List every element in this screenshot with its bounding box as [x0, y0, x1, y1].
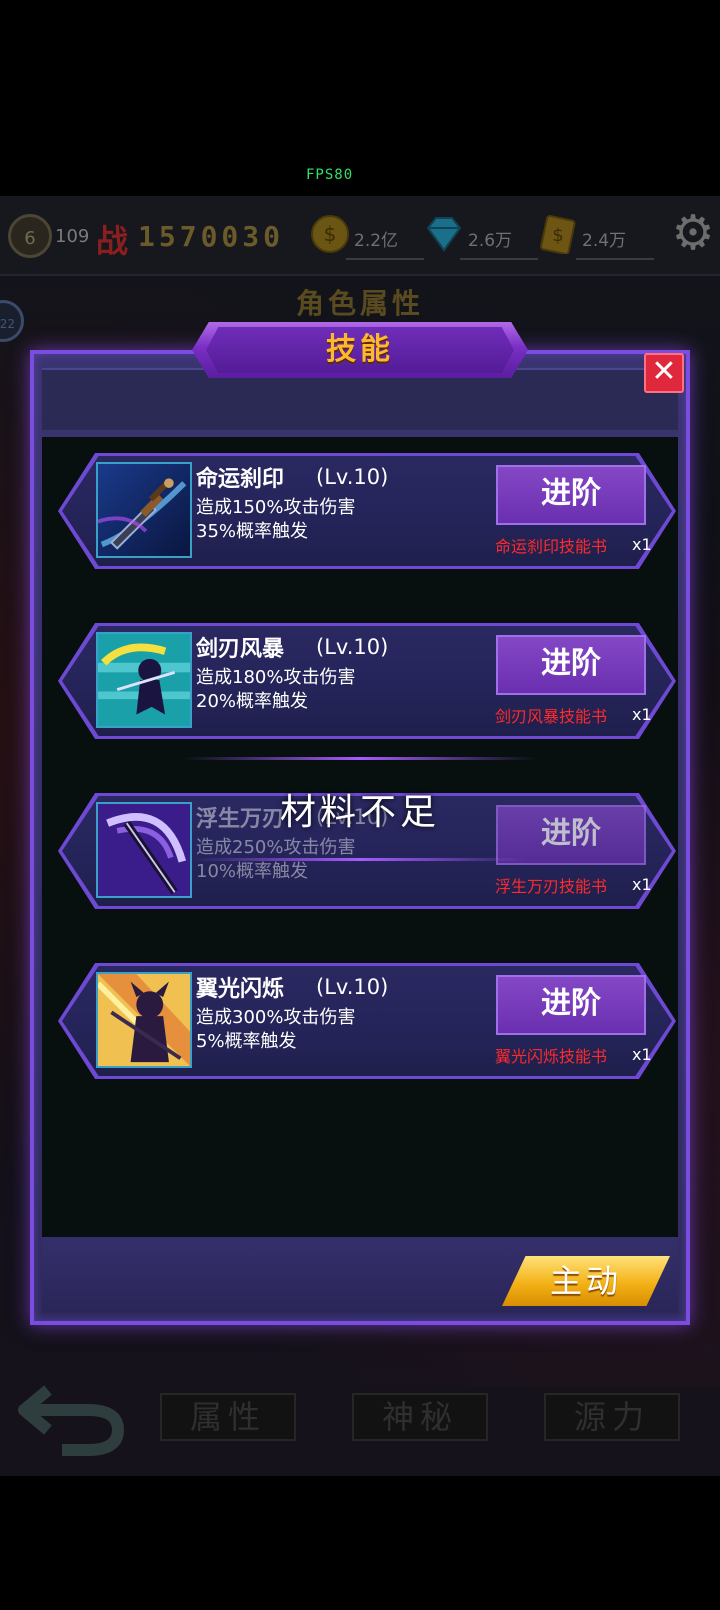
- skill-book-count: x1: [632, 875, 652, 894]
- skill-book-count: x1: [632, 705, 652, 724]
- skill-damage: 造成300%攻击伤害: [196, 1007, 356, 1028]
- toast-message: 材料不足: [279, 792, 440, 833]
- blade-storm-skill-icon: [96, 632, 192, 728]
- combat-power-icon: 战: [96, 222, 129, 260]
- back-arrow-icon[interactable]: [18, 1378, 128, 1458]
- player-level-extra: 109: [55, 226, 90, 247]
- skill-level: (Lv.10): [316, 465, 389, 489]
- svg-text:$: $: [552, 225, 563, 246]
- wing-flash-skill-icon: [96, 972, 192, 1068]
- diamond-icon: [426, 217, 462, 252]
- svg-text:$: $: [324, 222, 337, 246]
- cash-underline: [576, 258, 654, 260]
- gold-amount: 2.2亿: [354, 231, 399, 251]
- skill-book-label: 命运刹印技能书: [495, 537, 608, 556]
- skill-book-label: 浮生万刃技能书: [495, 877, 608, 896]
- diamond-amount: 2.6万: [468, 231, 513, 251]
- tab-mystery[interactable]: 神秘: [352, 1393, 488, 1441]
- skill-damage: 造成150%攻击伤害: [196, 497, 356, 518]
- skill-chance: 5%概率触发: [196, 1031, 297, 1052]
- advance-button[interactable]: 进阶: [496, 635, 646, 695]
- player-level-badge[interactable]: 6: [8, 214, 52, 258]
- skill-book-count: x1: [632, 535, 652, 554]
- skill-name: 命运刹印: [196, 466, 285, 492]
- page-heading: 角色属性: [295, 287, 424, 320]
- advance-button[interactable]: 进阶: [496, 465, 646, 525]
- skill-chance: 35%概率触发: [196, 521, 309, 542]
- skill-book-count: x1: [632, 1045, 652, 1064]
- combat-power-value: 1570030: [138, 220, 285, 253]
- skill-book-label: 剑刃风暴技能书: [495, 707, 608, 726]
- gold-coin-icon: $: [311, 215, 349, 253]
- settings-gear-icon[interactable]: ⚙: [668, 208, 718, 258]
- skill-damage: 造成180%攻击伤害: [196, 667, 356, 688]
- skill-name: 剑刃风暴: [196, 636, 285, 662]
- gold-underline: [346, 258, 424, 260]
- dagger-skill-icon: [96, 462, 192, 558]
- cash-note-icon: $: [540, 214, 576, 254]
- tab-attributes[interactable]: 属性: [160, 1393, 296, 1441]
- tab-source-power[interactable]: 源力: [544, 1393, 680, 1441]
- diamond-underline: [460, 258, 538, 260]
- skill-level: (Lv.10): [316, 635, 389, 659]
- skill-book-label: 翼光闪烁技能书: [495, 1047, 608, 1066]
- advance-button[interactable]: 进阶: [496, 975, 646, 1035]
- skill-card: 命运刹印 (Lv.10) 造成150%攻击伤害 35%概率触发 进阶 命运刹印技…: [58, 453, 676, 569]
- fps-counter: FPS80: [306, 167, 354, 183]
- cash-amount: 2.4万: [582, 231, 627, 251]
- close-button[interactable]: ✕: [644, 353, 684, 393]
- skill-chance: 20%概率触发: [196, 691, 309, 712]
- skill-card: 剑刃风暴 (Lv.10) 造成180%攻击伤害 20%概率触发 进阶 剑刃风暴技…: [58, 623, 676, 739]
- modal-title: 技能: [326, 332, 394, 367]
- active-skill-tab[interactable]: 主动: [502, 1257, 670, 1305]
- skill-name: 翼光闪烁: [196, 976, 285, 1002]
- skill-card: 翼光闪烁 (Lv.10) 造成300%攻击伤害 5%概率触发 进阶 翼光闪烁技能…: [58, 963, 676, 1079]
- skill-level: (Lv.10): [316, 975, 389, 999]
- top-status-bar: 6 109 战 1570030 $ 2.2亿 2.6万 $ 2.4万 ⚙: [0, 196, 720, 276]
